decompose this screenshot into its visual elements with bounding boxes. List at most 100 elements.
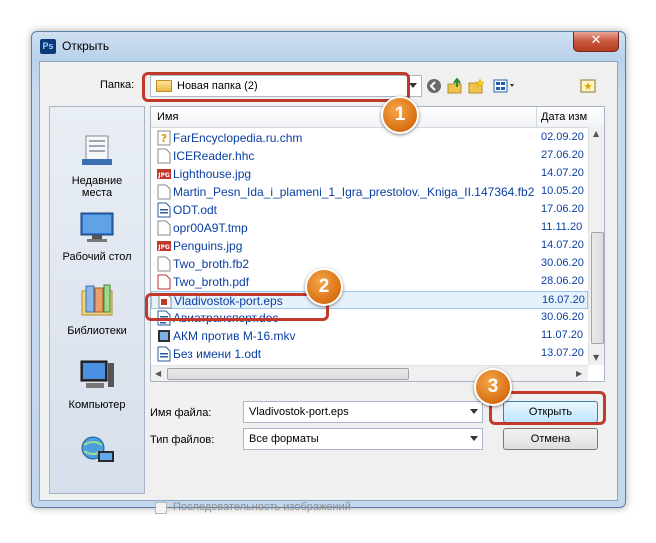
desktop-icon [50, 211, 144, 248]
callout-badge-3: 3 [474, 368, 512, 406]
vertical-scroll-thumb[interactable] [591, 232, 604, 344]
file-icon [157, 256, 171, 272]
file-name: Two_broth.pdf [173, 275, 250, 289]
file-date: 13.07.20 [541, 347, 584, 359]
list-item[interactable]: JPG Lighthouse.jpg 14.07.20 [151, 165, 588, 183]
place-label: Библиотеки [67, 325, 127, 337]
place-label: Рабочий стол [62, 251, 132, 263]
folder-label: Папка: [100, 79, 135, 91]
place-desktop[interactable]: Рабочий стол [50, 211, 144, 263]
dialog-title: Открыть [62, 39, 110, 53]
vertical-scrollbar[interactable]: ▲ ▼ [588, 127, 604, 365]
file-name: Без имени 1.odt [173, 347, 262, 361]
place-label: Компьютер [68, 399, 126, 411]
place-computer[interactable]: Компьютер [50, 359, 144, 411]
scroll-left-icon[interactable]: ◀ [155, 369, 161, 378]
chevron-down-icon[interactable] [470, 409, 478, 414]
scroll-right-icon[interactable]: ▶ [576, 369, 582, 378]
file-name: АКМ против М-16.mkv [173, 329, 296, 343]
file-date: 14.07.20 [541, 239, 584, 251]
place-label: Недавние [71, 175, 123, 187]
filetype-value: Все форматы [249, 433, 319, 445]
jpg-icon: JPG [157, 166, 171, 182]
recent-places-icon [50, 133, 144, 172]
callout-badge-1: 1 [381, 96, 419, 134]
sequence-checkbox[interactable] [155, 502, 167, 514]
list-item[interactable]: JPG Penguins.jpg 14.07.20 [151, 237, 588, 255]
back-icon[interactable] [425, 78, 443, 96]
list-item[interactable]: ? FarEncyclopedia.ru.chm 02.09.20 [151, 129, 588, 147]
file-list[interactable]: Имя Дата изм ? FarEncyclopedia.ru.chm 02… [150, 106, 605, 382]
chevron-down-icon [409, 83, 417, 88]
scroll-down-icon[interactable]: ▼ [593, 353, 599, 362]
file-date: 17.06.20 [541, 203, 584, 215]
computer-icon [50, 359, 144, 396]
views-menu-icon[interactable] [492, 78, 520, 96]
column-header-date[interactable]: Дата изм [541, 111, 587, 123]
list-item[interactable]: opr00A9T.tmp 11.11.20 [151, 219, 588, 237]
filename-label: Имя файла: [150, 407, 212, 419]
network-icon [50, 433, 144, 470]
column-header-name[interactable]: Имя [157, 111, 178, 123]
callout-frame-folder [142, 72, 410, 102]
file-icon [157, 220, 171, 236]
sequence-checkbox-label: Последовательность изображений [173, 501, 351, 513]
place-recent[interactable]: Недавние места [50, 133, 144, 199]
file-name: ODT.odt [173, 203, 218, 217]
list-item[interactable]: Martin_Pesn_Ida_i_plameni_1_Igra_prestol… [151, 183, 588, 201]
file-icon [157, 148, 171, 164]
odt-icon [157, 202, 171, 218]
list-item[interactable]: ICEReader.hhc 27.06.20 [151, 147, 588, 165]
jpg-icon: JPG [157, 238, 171, 254]
places-bar: Недавние места Рабочий стол Библиотеки К… [49, 106, 145, 494]
file-date: 30.06.20 [541, 311, 584, 323]
filetype-select[interactable]: Все форматы [243, 428, 483, 450]
pdf-icon [157, 274, 171, 290]
close-button[interactable]: ✕ [573, 32, 619, 52]
file-date: 11.07.20 [541, 329, 584, 341]
file-date: 16.07.20 [542, 294, 585, 306]
odt-icon [157, 346, 171, 362]
file-date: 14.07.20 [541, 167, 584, 179]
list-header: Имя Дата изм [151, 107, 604, 128]
file-date: 28.06.20 [541, 275, 584, 287]
file-name: Martin_Pesn_Ida_i_plameni_1_Igra_prestol… [173, 185, 535, 199]
video-icon [157, 328, 171, 344]
chm-icon: ? [157, 130, 171, 146]
filetype-label: Тип файлов: [150, 434, 215, 446]
list-item[interactable]: АКМ против М-16.mkv 11.07.20 [151, 327, 588, 345]
horizontal-scroll-thumb[interactable] [167, 368, 409, 380]
column-separator[interactable] [536, 107, 537, 127]
horizontal-scrollbar[interactable]: ◀ ▶ [151, 365, 588, 381]
new-folder-icon[interactable] [467, 78, 485, 96]
cancel-button[interactable]: Отмена [503, 428, 598, 450]
callout-badge-2: 2 [305, 268, 343, 306]
file-name: Lighthouse.jpg [173, 167, 252, 181]
up-folder-icon[interactable] [446, 77, 464, 96]
file-icon [157, 184, 171, 200]
file-date: 02.09.20 [541, 131, 584, 143]
desktop-icon[interactable] [579, 78, 597, 96]
list-item[interactable]: Two_broth.pdf 28.06.20 [151, 273, 588, 291]
file-date: 10.05.20 [541, 185, 584, 197]
place-libraries[interactable]: Библиотеки [50, 283, 144, 337]
file-name: Two_broth.fb2 [173, 257, 250, 271]
chevron-down-icon[interactable] [470, 436, 478, 441]
place-label: места [81, 187, 113, 199]
filename-input[interactable]: Vladivostok-port.eps [243, 401, 483, 423]
file-name: ICEReader.hhc [173, 149, 255, 163]
libraries-icon [50, 283, 144, 322]
title-bar[interactable]: Ps Открыть ✕ [32, 32, 625, 60]
place-network[interactable] [50, 433, 144, 473]
svg-text:?: ? [161, 132, 167, 145]
list-item[interactable]: Two_broth.fb2 30.06.20 [151, 255, 588, 273]
scroll-up-icon[interactable]: ▲ [593, 129, 599, 138]
list-item[interactable]: ODT.odt 17.06.20 [151, 201, 588, 219]
file-date: 11.11.20 [541, 221, 583, 233]
svg-text:JPG: JPG [157, 172, 170, 179]
file-name: Penguins.jpg [173, 239, 243, 253]
file-date: 30.06.20 [541, 257, 584, 269]
callout-frame-file [145, 293, 329, 321]
list-item[interactable]: Без имени 1.odt 13.07.20 [151, 345, 588, 363]
file-name: opr00A9T.tmp [173, 221, 248, 235]
